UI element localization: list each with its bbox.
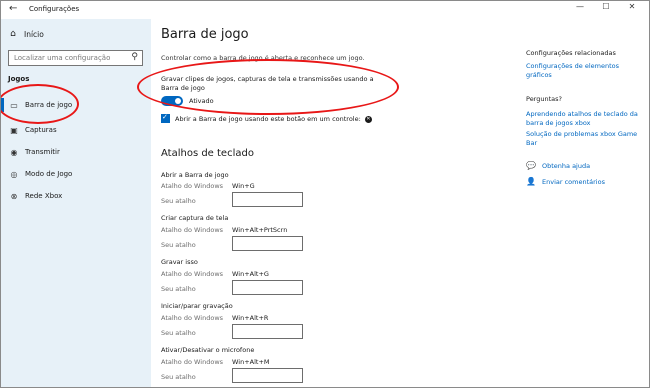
troubleshoot-link[interactable]: Solução de problemas xbox Game Bar [526,130,646,148]
sidebar-item-label: Rede Xbox [25,192,63,200]
sidebar-item-label: Capturas [25,126,57,134]
help-chat-icon: 💬 [526,161,536,170]
windows-shortcut-label: Atalho do Windows [161,182,224,190]
search-input[interactable]: Localizar uma configuração ⚲ [8,50,143,66]
capture-icon: ▣ [10,125,18,135]
questions-heading: Perguntas? [526,95,562,103]
your-shortcut-input[interactable] [232,368,303,383]
sidebar-home[interactable]: ⌂ Início [8,27,44,41]
keyboard-shortcuts-link[interactable]: Aprendendo atalhos de teclado da barra d… [526,110,646,128]
sidebar-item-xbox-network[interactable]: ⊗ Rede Xbox [1,186,151,206]
your-shortcut-input[interactable] [232,236,303,251]
close-button[interactable]: ✕ [623,2,641,11]
shortcut-name: Abrir a Barra de jogo [161,171,229,179]
shortcuts-heading: Atalhos de teclado [161,148,254,159]
windows-shortcut-label: Atalho do Windows [161,314,224,322]
your-shortcut-label: Seu atalho [161,329,196,337]
windows-shortcut-value: Win+G [232,182,255,190]
feedback-person-icon: 👤 [526,177,536,186]
your-shortcut-label: Seu atalho [161,197,196,205]
sidebar-item-label: Transmitir [25,148,60,156]
settings-window: ← Configurações — ☐ ✕ ⌂ Início Localizar… [0,0,650,388]
your-shortcut-input[interactable] [232,280,303,295]
xbox-button-icon: ✕ [364,115,372,123]
windows-shortcut-label: Atalho do Windows [161,358,224,366]
sidebar-item-game-mode[interactable]: ◎ Modo de Jogo [1,164,151,184]
your-shortcut-input[interactable] [232,192,303,207]
shortcut-name: Ativar/Desativar o microfone [161,346,255,354]
windows-shortcut-label: Atalho do Windows [161,226,224,234]
annotation-ellipse-sidebar [1,84,79,124]
title-bar: ← Configurações — ☐ ✕ [1,1,649,19]
annotation-ellipse-toggle [137,59,399,115]
your-shortcut-label: Seu atalho [161,285,196,293]
sidebar-section-label: Jogos [8,75,30,83]
sidebar-item-captures[interactable]: ▣ Capturas [1,120,151,140]
broadcast-icon: ◉ [10,147,18,157]
sidebar-item-label: Modo de Jogo [25,170,73,178]
windows-shortcut-value: Win+Alt+R [232,314,269,322]
sidebar: ⌂ Início Localizar uma configuração ⚲ Jo… [1,19,151,387]
checkmark-icon: ✓ [162,113,168,121]
your-shortcut-label: Seu atalho [161,373,196,381]
game-mode-icon: ◎ [10,169,18,179]
sidebar-item-broadcast[interactable]: ◉ Transmitir [1,142,151,162]
home-icon: ⌂ [10,29,16,39]
feedback-label: Enviar comentários [542,177,605,186]
controller-checkbox-text: Abrir a Barra de jogo usando este botão … [175,115,361,123]
related-settings-heading: Configurações relacionadas [526,49,616,57]
search-icon: ⚲ [131,52,138,62]
get-help-label: Obtenha ajuda [542,161,591,170]
your-shortcut-input[interactable] [232,324,303,339]
maximize-button[interactable]: ☐ [597,2,615,11]
windows-shortcut-value: Win+Alt+G [232,270,269,278]
graphics-settings-link[interactable]: Configurações de elementos gráficos [526,62,646,80]
back-arrow-icon[interactable]: ← [9,3,17,14]
shortcut-name: Gravar isso [161,258,198,266]
minimize-button[interactable]: — [571,2,589,11]
window-title: Configurações [29,5,80,13]
controller-checkbox-label: Abrir a Barra de jogo usando este botão … [175,115,372,123]
search-placeholder: Localizar uma configuração [14,54,111,62]
windows-shortcut-value: Win+Alt+PrtScrn [232,226,288,234]
windows-shortcut-label: Atalho do Windows [161,270,224,278]
page-title: Barra de jogo [161,27,249,42]
home-label: Início [24,29,44,39]
xbox-network-icon: ⊗ [10,191,18,201]
windows-shortcut-value: Win+Alt+M [232,358,270,366]
shortcut-name: Iniciar/parar gravação [161,302,233,310]
feedback-link[interactable]: 👤 Enviar comentários [526,177,605,186]
controller-checkbox[interactable]: ✓ [161,113,170,123]
shortcut-name: Criar captura de tela [161,214,229,222]
get-help-link[interactable]: 💬 Obtenha ajuda [526,161,590,170]
your-shortcut-label: Seu atalho [161,241,196,249]
